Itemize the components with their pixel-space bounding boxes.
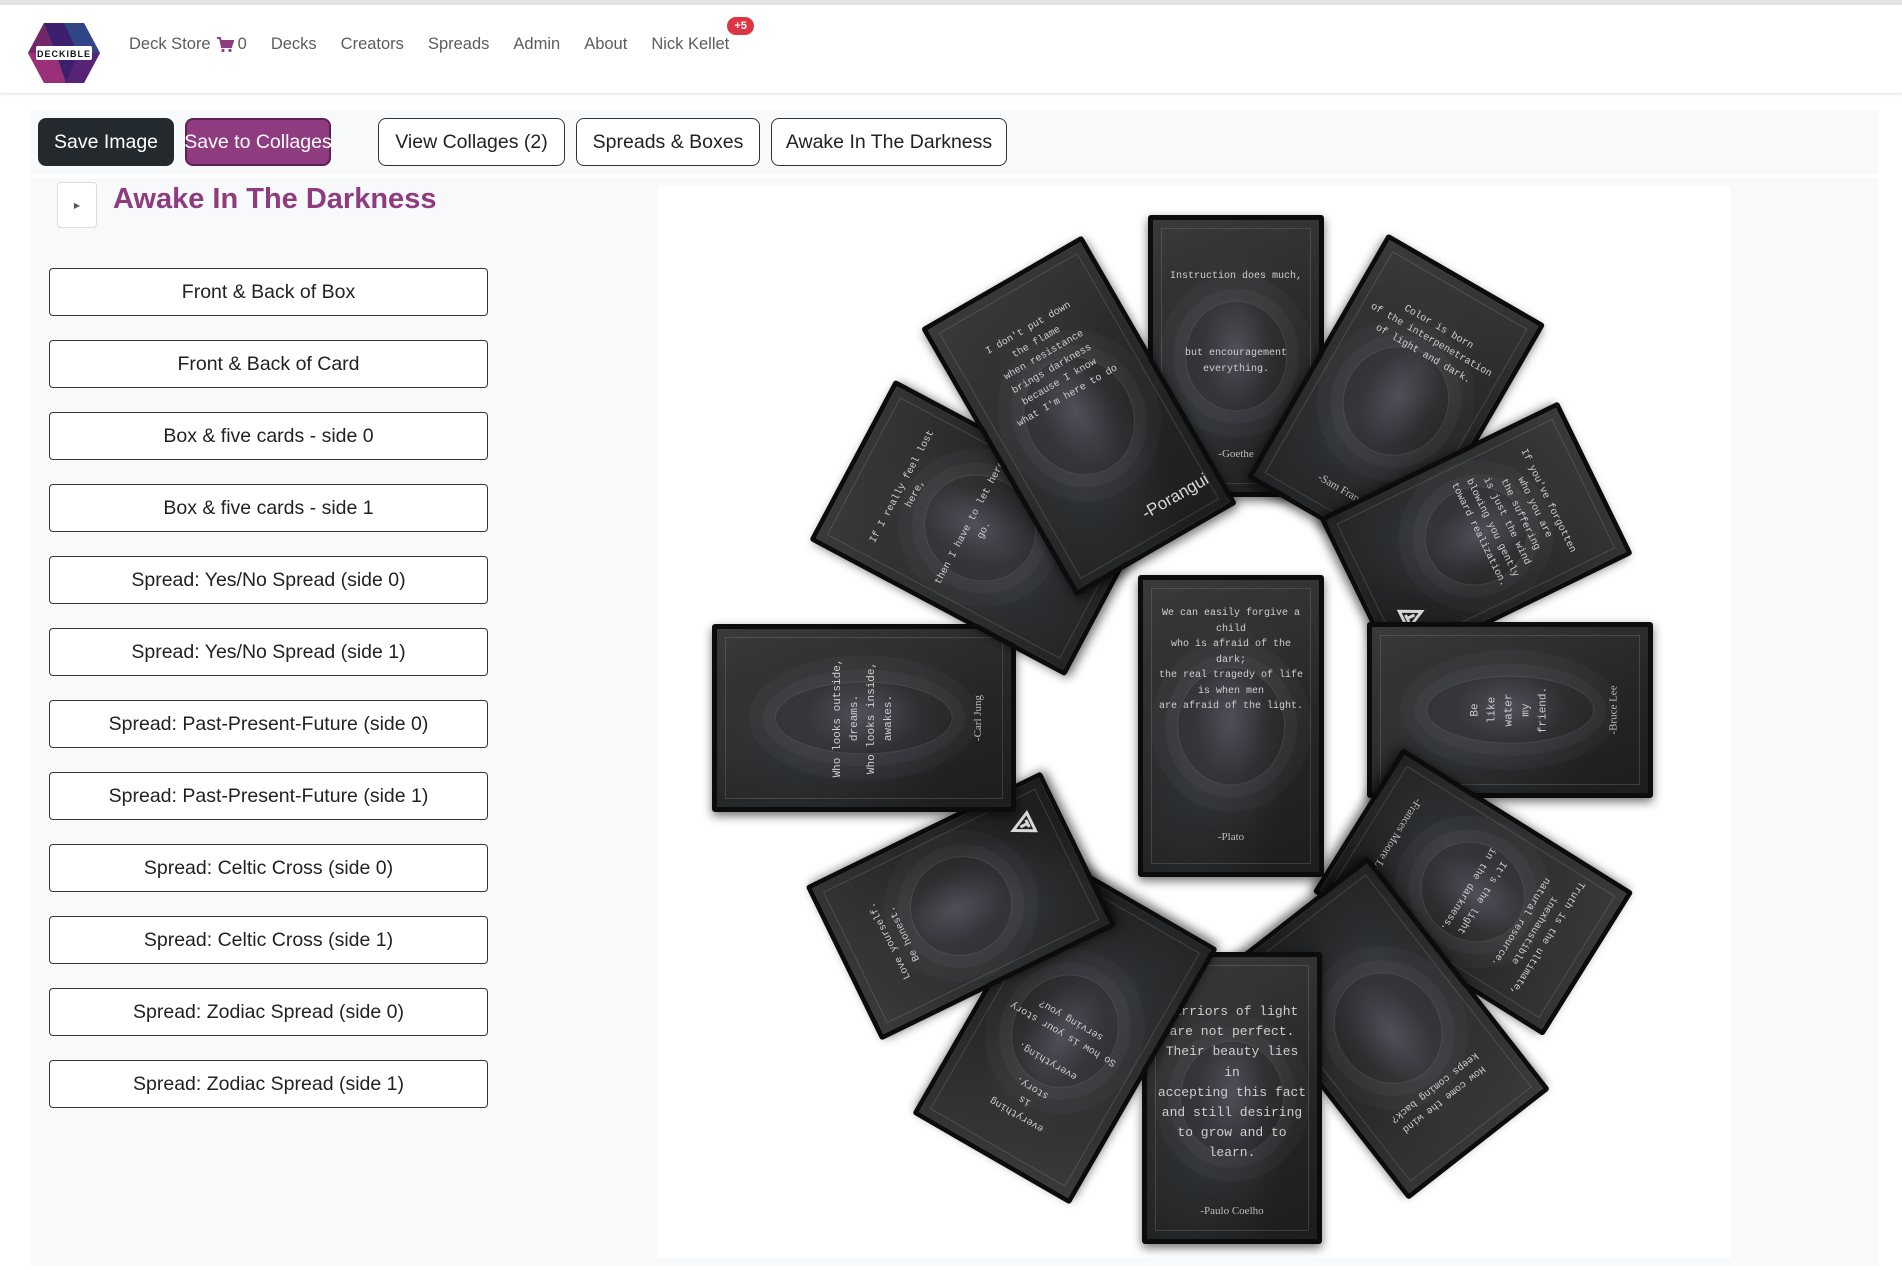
nav-deck-store-label: Deck Store bbox=[129, 35, 211, 53]
notification-badge: +5 bbox=[727, 17, 754, 35]
nav-spreads[interactable]: Spreads bbox=[428, 35, 489, 54]
card-quote: Color is born of the interpenetration of… bbox=[1368, 301, 1494, 387]
card-author: -Paulo Coelho bbox=[1200, 1205, 1264, 1218]
card-author: -Plato bbox=[1217, 831, 1245, 844]
caret-right-icon: ▶ bbox=[73, 200, 81, 210]
action-toolbar: Save Image Save to Collages View Collage… bbox=[30, 110, 1878, 174]
yes-no-spread-side1-button[interactable]: Spread: Yes/No Spread (side 1) bbox=[49, 628, 488, 676]
sidebar-toggle-button[interactable]: ▶ bbox=[57, 182, 97, 228]
yes-no-spread-side0-button[interactable]: Spread: Yes/No Spread (side 0) bbox=[49, 556, 488, 604]
past-present-future-side0-button[interactable]: Spread: Past-Present-Future (side 0) bbox=[49, 700, 488, 748]
celtic-cross-side0-button[interactable]: Spread: Celtic Cross (side 0) bbox=[49, 844, 488, 892]
front-back-box-button[interactable]: Front & Back of Box bbox=[49, 268, 488, 316]
card-quote: How come the wind keeps coming back? bbox=[1387, 1048, 1487, 1135]
deck-name-button[interactable]: Awake In The Darkness bbox=[771, 118, 1007, 166]
deck-title: Awake In The Darkness bbox=[113, 183, 437, 215]
spreads-boxes-button[interactable]: Spreads & Boxes bbox=[576, 118, 760, 166]
card-quote: Be like water my friend. bbox=[1469, 686, 1550, 734]
card-author: -Porangui bbox=[1138, 469, 1212, 523]
card-author: -Carl Jung bbox=[971, 694, 984, 742]
card-quote: Who looks outside, dreams. Who looks ins… bbox=[831, 658, 896, 778]
user-name: Nick Kellet bbox=[651, 35, 730, 53]
box-five-cards-side1-button[interactable]: Box & five cards - side 1 bbox=[49, 484, 488, 532]
deck-logo-mark-icon bbox=[1010, 809, 1038, 833]
collage-card: Who looks outside, dreams. Who looks ins… bbox=[712, 624, 1016, 812]
cart-count: 0 bbox=[237, 35, 247, 53]
nav-deck-store[interactable]: Deck Store 0 bbox=[129, 35, 247, 54]
deckible-logo[interactable]: DECKIBLE bbox=[26, 19, 102, 87]
collage-card: We can easily forgive a child who is afr… bbox=[1138, 575, 1324, 877]
celtic-cross-side1-button[interactable]: Spread: Celtic Cross (side 1) bbox=[49, 916, 488, 964]
shopping-cart-icon bbox=[216, 36, 234, 52]
zodiac-spread-side1-button[interactable]: Spread: Zodiac Spread (side 1) bbox=[49, 1060, 488, 1108]
main-panel: ▶ Awake In The Darkness Front & Back of … bbox=[30, 178, 1878, 1266]
nav-admin[interactable]: Admin bbox=[513, 35, 560, 54]
zodiac-spread-side0-button[interactable]: Spread: Zodiac Spread (side 0) bbox=[49, 988, 488, 1036]
nav-decks[interactable]: Decks bbox=[271, 35, 317, 54]
card-quote: Instruction does much, but encouragement… bbox=[1169, 270, 1303, 375]
top-navbar: DECKIBLE Deck Store 0 Decks Creators Spr… bbox=[0, 5, 1902, 94]
nav-about[interactable]: About bbox=[584, 35, 627, 54]
card-quote: Warriors of light are not perfect. Their… bbox=[1157, 1004, 1307, 1161]
card-quote: everything is story. everything. So how … bbox=[988, 996, 1119, 1134]
card-quote: If you've forgotten who you are the suff… bbox=[1447, 447, 1578, 589]
brand-text: DECKIBLE bbox=[37, 49, 91, 59]
card-collage: Instruction does much, but encouragement… bbox=[658, 186, 1731, 1258]
save-to-collages-button[interactable]: Save to Collages bbox=[184, 118, 332, 166]
nav-creators[interactable]: Creators bbox=[341, 35, 404, 54]
save-image-button[interactable]: Save Image bbox=[38, 118, 174, 166]
past-present-future-side1-button[interactable]: Spread: Past-Present-Future (side 1) bbox=[49, 772, 488, 820]
card-quote: We can easily forgive a child who is afr… bbox=[1158, 608, 1304, 713]
front-back-card-button[interactable]: Front & Back of Card bbox=[49, 340, 488, 388]
nav-user-menu[interactable]: Nick Kellet +5 bbox=[651, 17, 754, 54]
card-quote: I don't put down the flame when resistan… bbox=[984, 300, 1120, 430]
box-five-cards-side0-button[interactable]: Box & five cards - side 0 bbox=[49, 412, 488, 460]
card-author: -Bruce Lee bbox=[1607, 685, 1620, 735]
view-collages-button[interactable]: View Collages (2) bbox=[378, 118, 565, 166]
card-quote: Love yourself. Be honest. bbox=[867, 900, 923, 981]
